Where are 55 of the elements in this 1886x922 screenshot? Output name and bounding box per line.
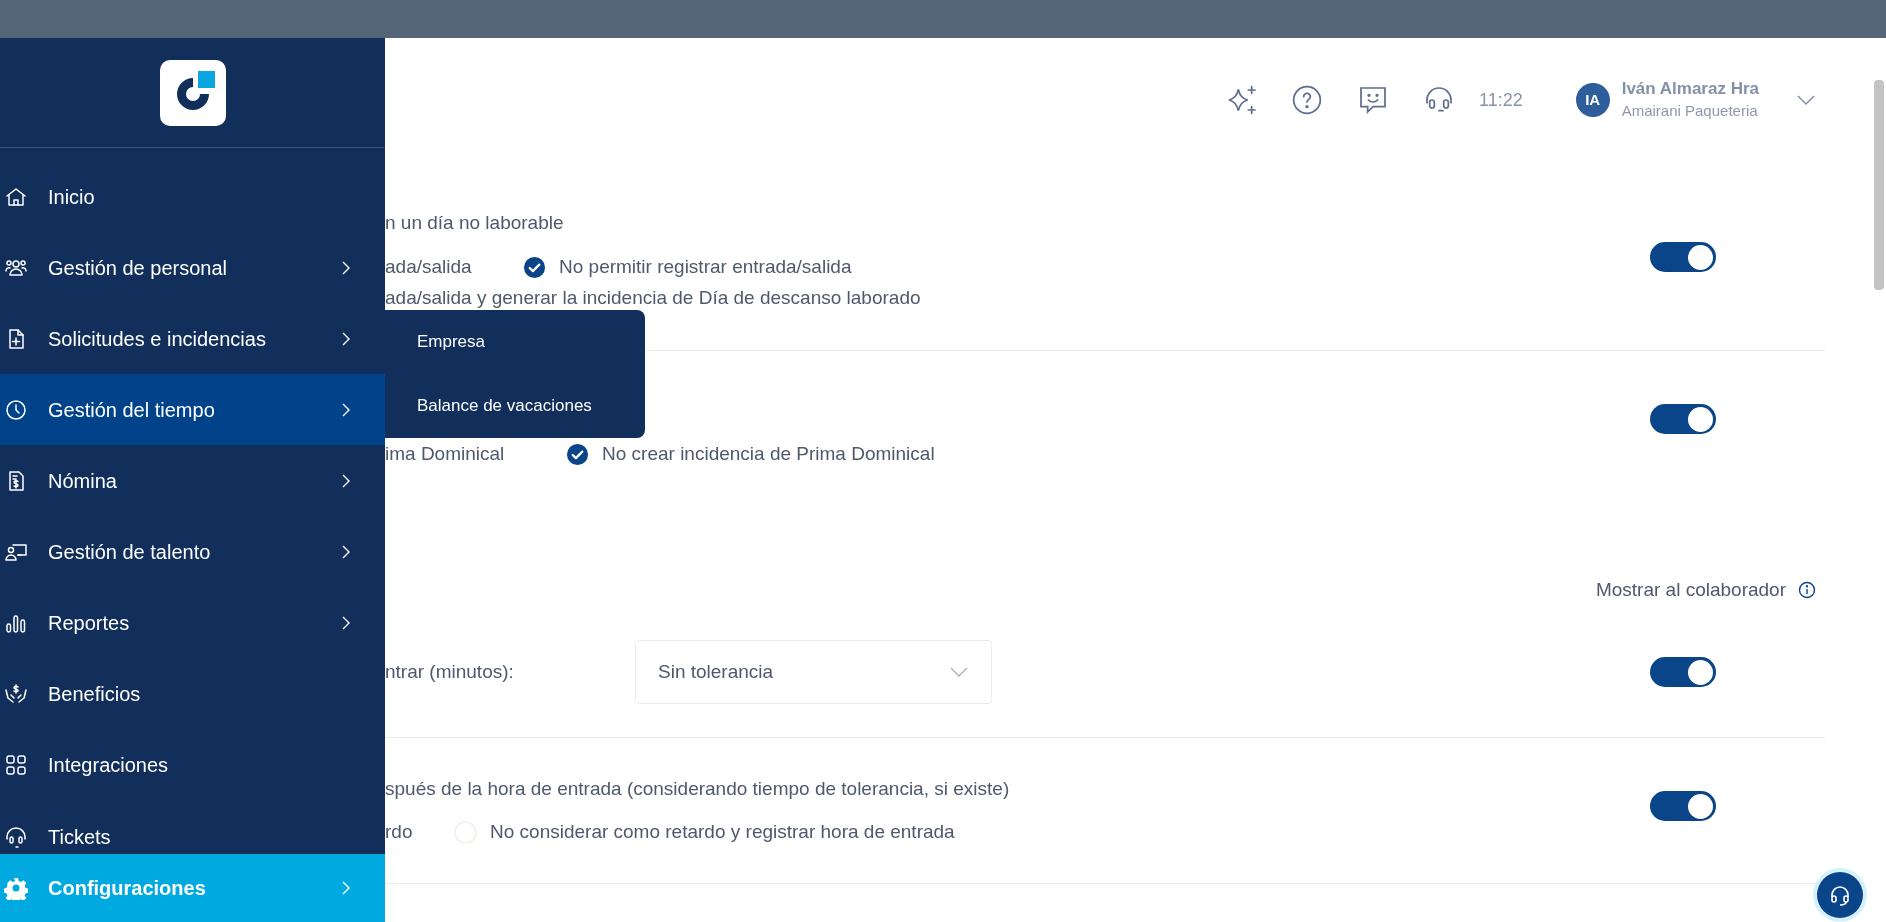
sidebar-item[interactable]: Tickets: [0, 800, 385, 854]
headset-icon: [4, 825, 28, 849]
logo-icon[interactable]: [159, 59, 226, 126]
chevron-right-icon: [341, 880, 351, 896]
settings-icon: [4, 876, 28, 900]
option-label: ada/salida: [385, 255, 473, 279]
help-icon: [1290, 84, 1323, 116]
column-heading: Mostrar al colaborador: [1595, 578, 1786, 602]
clock-icon: [4, 397, 28, 422]
sidebar-item[interactable]: Reportes: [0, 587, 385, 658]
info-icon[interactable]: [1798, 581, 1816, 599]
sidebar-item[interactable]: Beneficios: [0, 658, 385, 729]
company-name: Amairani Paqueteria: [1621, 101, 1759, 121]
sidebar-item[interactable]: Solicitudes e incidencias: [0, 303, 385, 374]
sidebar-item[interactable]: Integraciones: [0, 729, 385, 800]
tolerance-dropdown[interactable]: Sin tolerancia: [635, 640, 992, 704]
field-label: ntrar (minutos):: [385, 659, 515, 684]
sidebar-item[interactable]: Gestión de talento: [0, 516, 385, 587]
chevron-right-icon: [341, 330, 351, 347]
hands-icon: [4, 681, 28, 706]
chevron-right-icon: [341, 472, 351, 489]
check-circle-icon: [566, 442, 589, 466]
radio-option[interactable]: No crear incidencia de Prima Dominical: [566, 439, 935, 469]
toggle-switch[interactable]: [1650, 657, 1716, 687]
toggle-switch[interactable]: [1650, 791, 1716, 821]
submenu-item[interactable]: Empresa: [385, 310, 645, 374]
empty-circle-icon: [454, 820, 477, 844]
sidebar-item[interactable]: Nómina: [0, 445, 385, 516]
chevron-right-icon: [341, 614, 351, 631]
option-label: ima Dominical: [385, 442, 506, 466]
submenu-item[interactable]: Balance de vacaciones: [385, 374, 645, 438]
toggle-switch[interactable]: [1650, 242, 1716, 272]
chevron-down-icon[interactable]: [1796, 94, 1816, 106]
chevron-right-icon: [341, 543, 351, 560]
check-circle-icon: [523, 255, 546, 279]
radio-option[interactable]: No considerar como retardo y registrar hora de entrada: [454, 817, 955, 847]
clock-time: 11:22: [1478, 88, 1523, 112]
user-avatar[interactable]: IA: [1575, 83, 1610, 117]
toggle-switch[interactable]: [1650, 404, 1716, 434]
option-label: rdo: [385, 820, 414, 844]
grid-icon: [4, 752, 28, 777]
user-name: Iván Almaraz Hra: [1621, 78, 1759, 100]
scrollbar-thumb[interactable]: [1874, 80, 1884, 290]
chevron-right-icon: [341, 401, 351, 418]
chevron-right-icon: [341, 259, 351, 276]
chevron-down-icon: [949, 666, 969, 678]
headset-icon: [1828, 883, 1852, 907]
setting-description: n un día no laborable: [385, 211, 565, 235]
setting-description: spués de la hora de entrada (considerando tiempo de tolerancia, si existe): [385, 777, 1011, 801]
sidebar-item[interactable]: Inicio: [0, 161, 385, 232]
setting-description: ada/salida y generar la incidencia de Día de descanso laborado: [385, 286, 922, 310]
support-button[interactable]: [1817, 872, 1863, 918]
sidebar-item[interactable]: Gestión de personal: [0, 232, 385, 303]
radio-option[interactable]: No permitir registrar entrada/salida: [523, 252, 852, 282]
sidebar-item[interactable]: Gestión del tiempo: [0, 374, 385, 445]
